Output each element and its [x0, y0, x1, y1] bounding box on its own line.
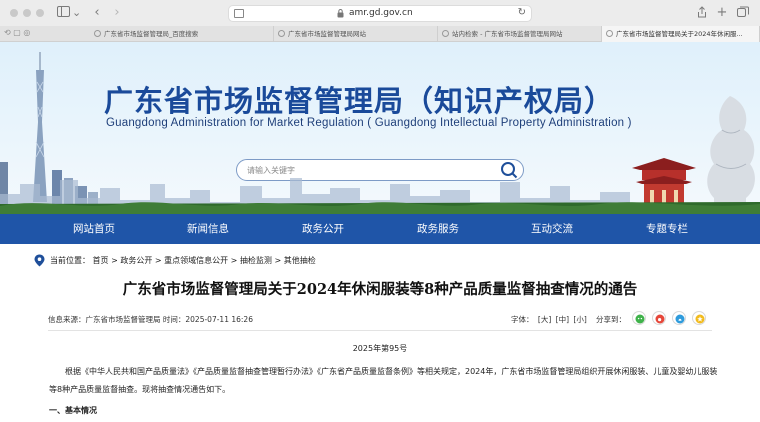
zoom-window-button[interactable] [36, 9, 44, 17]
article-meta: 信息来源：广东省市场监督管理局 时间：2025-07-11 16:26 [48, 315, 253, 324]
nav-government-affairs[interactable]: 政务公开 [278, 214, 368, 244]
wechat-share-icon[interactable] [632, 311, 646, 325]
font-medium-button[interactable]: [中] [556, 315, 569, 324]
qzone-share-icon[interactable] [692, 311, 706, 325]
tab-current-article[interactable]: 广东省市场监督管理局关于2024年休闲服... [602, 26, 760, 42]
font-small-button[interactable]: [小] [573, 315, 586, 324]
site-subtitle: Guangdong Administration for Market Regu… [106, 117, 632, 129]
favicon-icon [606, 30, 613, 37]
address-text: amr.gd.gov.cn [349, 8, 413, 18]
back-button[interactable]: ‹ [92, 6, 102, 20]
qq-share-icon[interactable] [672, 311, 686, 325]
lock-icon [337, 9, 344, 18]
tab-amr-home[interactable]: 广东省市场监督管理局网站 [274, 26, 438, 42]
close-window-button[interactable] [10, 9, 18, 17]
reload-icon[interactable]: ↻ [518, 7, 526, 18]
nav-home[interactable]: 网站首页 [49, 214, 139, 244]
share-icon[interactable] [696, 6, 708, 20]
location-pin-icon [34, 254, 45, 267]
font-size-controls: 字体： [大] [中] [小] [511, 314, 589, 325]
tab-site-search[interactable]: 站内检索 - 广东省市场监督管理局网站 [438, 26, 602, 42]
forward-button[interactable]: › [112, 6, 122, 20]
tab-overview-icon[interactable] [736, 6, 750, 20]
weibo-share-icon[interactable] [652, 311, 666, 325]
main-nav: 网站首页 新闻信息 政务公开 政务服务 互动交流 专题专栏 [0, 214, 760, 244]
font-size-label: 字体： [511, 315, 534, 324]
meta-divider [48, 330, 712, 331]
article-title: 广东省市场监督管理局关于2024年休闲服装等8种产品质量监督抽查情况的通告 [122, 281, 638, 298]
favicon-icon [442, 30, 449, 37]
favicon-icon [94, 30, 101, 37]
tab-strip: ⟲ ▢ ◎ 广东省市场监督管理局_百度搜索 广东省市场监督管理局网站 站内检索 … [0, 26, 760, 42]
page-icon [234, 9, 244, 18]
sidebar-toggle-icon[interactable] [56, 6, 70, 20]
nav-special-topics[interactable]: 专题专栏 [622, 214, 712, 244]
favicon-icon [278, 30, 285, 37]
browser-titlebar: ⌄ ‹ › amr.gd.gov.cn ↻ + [0, 0, 760, 26]
nav-news[interactable]: 新闻信息 [163, 214, 253, 244]
tab-strip-icons: ⟲ ▢ ◎ [4, 28, 31, 37]
site-title: 广东省市场监督管理局（知识产权局） [104, 84, 615, 118]
minimize-window-button[interactable] [23, 9, 31, 17]
share-label: 分享到： [596, 315, 626, 324]
nav-interaction[interactable]: 互动交流 [507, 214, 597, 244]
document-number: 2025年第95号 [352, 344, 408, 353]
article-paragraph: 根据《中华人民共和国产品质量法》《产品质量监督抽查管理暂行办法》《广东省产品质量… [49, 367, 718, 394]
address-bar[interactable]: amr.gd.gov.cn ↻ [228, 5, 532, 22]
breadcrumb-text[interactable]: 当前位置： 首页 > 政务公开 > 重点领域信息公开 > 抽检监测 > 其他抽检 [50, 255, 316, 266]
tab-baidu[interactable]: 广东省市场监督管理局_百度搜索 [90, 26, 274, 42]
new-tab-icon[interactable]: + [716, 6, 728, 20]
nav-government-services[interactable]: 政务服务 [393, 214, 483, 244]
city-skyline-illustration [0, 178, 760, 214]
chevron-down-icon[interactable]: ⌄ [72, 6, 81, 20]
site-banner: 广东省市场监督管理局（知识产权局） Guangdong Administrati… [0, 42, 760, 214]
font-large-button[interactable]: [大] [538, 315, 551, 324]
section-heading: 一、基本情况 [49, 406, 97, 415]
